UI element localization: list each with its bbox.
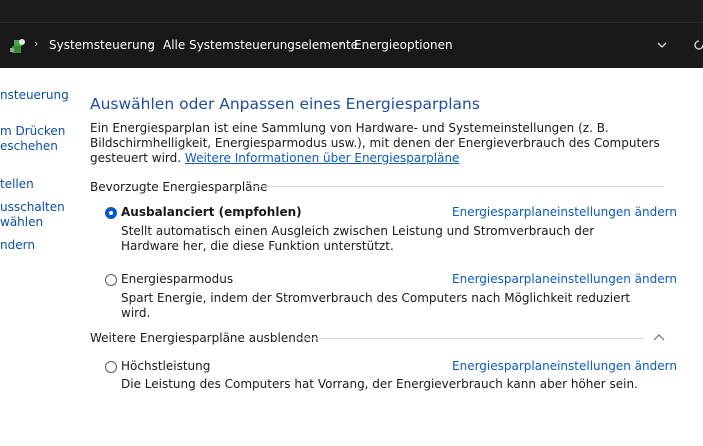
breadcrumb-separator-icon: ›	[34, 37, 39, 50]
radio-ausbalanciert[interactable]	[105, 207, 117, 219]
sidebar-item-netzschalter-2[interactable]: eschehen	[0, 139, 58, 153]
sidebar-item-ausschalten-2[interactable]: wählen	[0, 215, 43, 229]
plan-name-ausbalanciert[interactable]: Ausbalanciert (empfohlen)	[121, 205, 302, 219]
chevron-up-icon[interactable]	[653, 333, 665, 341]
more-info-link[interactable]: Weitere Informationen über Energiesparpl…	[185, 151, 460, 165]
refresh-icon[interactable]	[692, 38, 703, 52]
chevron-down-icon[interactable]	[655, 38, 669, 52]
breadcrumb-alle-elemente[interactable]: Alle Systemsteuerungselemente	[163, 38, 358, 52]
control-panel-icon	[10, 39, 25, 53]
sidebar-item-netzschalter-1[interactable]: m Drücken	[0, 124, 65, 138]
section-divider	[252, 186, 664, 187]
sidebar-item-aendern[interactable]: ndern	[0, 238, 35, 252]
change-plan-settings-link[interactable]: Energiesparplaneinstellungen ändern	[452, 272, 677, 286]
change-plan-settings-link[interactable]: Energiesparplaneinstellungen ändern	[452, 205, 677, 219]
plan-name-energiesparmodus[interactable]: Energiesparmodus	[121, 272, 233, 286]
intro-text: Ein Energiesparplan ist eine Sammlung vo…	[90, 121, 660, 165]
plan-name-hoechstleistung[interactable]: Höchstleistung	[121, 359, 210, 373]
more-plans-header[interactable]: Weitere Energiesparpläne ausblenden	[90, 331, 318, 345]
preferred-plans-header: Bevorzugte Energiesparpläne	[90, 180, 268, 194]
section-divider	[296, 338, 644, 339]
breadcrumb-separator-icon: ›	[148, 37, 153, 50]
sidebar-item-ausschalten-1[interactable]: usschalten	[0, 200, 65, 214]
plan-description: Die Leistung des Computers hat Vorrang, …	[121, 377, 638, 391]
sidebar-item-systemsteuerung[interactable]: nsteuerung	[0, 88, 69, 102]
radio-hoechstleistung[interactable]	[105, 361, 117, 373]
plan-description: Stellt automatisch einen Ausgleich zwisc…	[121, 224, 595, 253]
radio-energiesparmodus[interactable]	[105, 274, 117, 286]
sidebar-item-erstellen[interactable]: tellen	[0, 177, 34, 191]
plan-description: Spart Energie, indem der Stromverbrauch …	[121, 291, 631, 320]
address-bar[interactable]: › Systemsteuerung › Alle Systemsteuerung…	[0, 22, 703, 68]
breadcrumb-separator-icon: ›	[339, 37, 344, 50]
change-plan-settings-link[interactable]: Energiesparplaneinstellungen ändern	[452, 359, 677, 373]
breadcrumb-systemsteuerung[interactable]: Systemsteuerung	[49, 38, 155, 52]
breadcrumb-energieoptionen[interactable]: Energieoptionen	[354, 38, 453, 52]
page-title: Auswählen oder Anpassen eines Energiespa…	[90, 95, 480, 113]
window-top-strip	[0, 0, 703, 22]
